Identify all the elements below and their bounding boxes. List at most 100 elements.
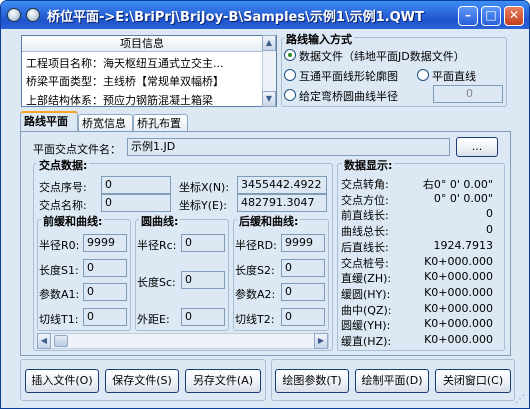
front-t-label: 切线T1: [39, 313, 79, 326]
tab-bridge-width[interactable]: 桥宽信息 [78, 114, 133, 132]
radio-interchange-label[interactable]: 互通平面线形轮廓图 [299, 68, 398, 84]
coord-y-label: 坐标Y(E): [179, 199, 227, 212]
display-label: 曲线总长: [341, 225, 389, 238]
coord-x-label: 坐标X(N): [179, 181, 230, 194]
back-a-input[interactable]: 0 [281, 283, 325, 301]
draw-plane-button[interactable]: 绘制平面(D) [355, 369, 429, 393]
display-value: K0+000.000 [424, 270, 493, 283]
maximize-button[interactable]: □ [481, 6, 501, 26]
data-display-title: 数据显示: [342, 157, 395, 173]
close-window-button[interactable]: 关闭窗口(C) [435, 369, 511, 393]
minimize-icon: – [465, 8, 471, 22]
scroll-up-icon[interactable]: ▲ [262, 35, 276, 51]
scroll-left-icon[interactable]: ◀ [37, 333, 51, 349]
route-input-title: 路线输入方式 [284, 31, 354, 47]
display-value: K0+000.000 [424, 333, 493, 346]
save-as-button[interactable]: 另存文件(A) [185, 369, 261, 393]
back-t-input[interactable]: 0 [281, 308, 325, 326]
display-label: 缓直(HZ): [341, 335, 392, 348]
display-value: 右0° 0' 0.00" [422, 178, 493, 191]
radio-data-file[interactable] [284, 49, 296, 61]
circle-curve-title: 圆曲线: [139, 213, 181, 229]
jd-seq-label: 交点序号: [39, 181, 87, 194]
jd-scrollbar[interactable]: ◀ ▶ [37, 333, 329, 349]
circle-e-input[interactable]: 0 [181, 308, 225, 326]
maximize-icon: □ [485, 8, 497, 22]
display-label: 圆缓(YH): [341, 319, 391, 332]
main-window: 桥位平面->E:\BriPrj\BriJoy-B\Samples\示例1\示例1… [0, 0, 530, 409]
tab-route-plane[interactable]: 路线平面 [20, 111, 78, 131]
front-r-input[interactable]: 9999 [83, 234, 127, 252]
display-label: 前直线长: [341, 209, 389, 222]
scroll-down-icon[interactable]: ▼ [262, 91, 276, 107]
radio-curve-radius-label[interactable]: 给定弯桥圆曲线半径 [299, 88, 398, 104]
display-value: K0+000.000 [424, 255, 493, 268]
bridge-type-row: 桥梁平面类型：主线桥【常规单双幅桥】 [26, 75, 224, 88]
display-value: 0 [486, 223, 493, 236]
back-t-label: 切线T2: [235, 313, 275, 326]
insert-file-button[interactable]: 插入文件(O) [25, 369, 99, 393]
jd-data-title: 交点数据: [37, 157, 90, 173]
project-info-scrollbar[interactable]: ▲ ▼ [262, 35, 276, 107]
radius-input[interactable]: 0 [433, 85, 503, 103]
close-icon: ✕ [508, 8, 520, 22]
radio-straight[interactable] [417, 69, 429, 81]
radio-interchange[interactable] [284, 69, 296, 81]
project-name-row: 工程项目名称：海天枢纽互通式立交主... [26, 57, 224, 70]
coord-y-input[interactable]: 482791.3047 [237, 194, 327, 212]
display-value: K0+000.000 [424, 302, 493, 315]
display-value: 0 [486, 207, 493, 220]
jd-name-label: 交点名称: [39, 199, 87, 212]
pin-icon[interactable] [26, 8, 40, 22]
minimize-button[interactable]: – [458, 6, 478, 26]
save-file-button[interactable]: 保存文件(S) [105, 369, 179, 393]
display-value: 0° 0' 0.00" [433, 192, 493, 205]
radio-curve-radius[interactable] [284, 89, 296, 101]
back-s-input[interactable]: 0 [281, 259, 325, 277]
circle-s-input[interactable]: 0 [181, 271, 225, 289]
structure-row-clip: 上部结构体系：预应力钢筋混凝土箱梁 [22, 90, 262, 106]
circle-r-input[interactable]: 0 [181, 234, 225, 252]
resize-grip-icon[interactable]: ⋰ [515, 394, 527, 406]
file-name-input[interactable]: 示例1.JD [127, 138, 450, 156]
back-spiral-title: 后缓和曲线: [237, 213, 301, 229]
tab-span-layout[interactable]: 桥孔布置 [133, 114, 188, 132]
display-label: 交点方位: [341, 194, 389, 207]
structure-row: 上部结构体系：预应力钢筋混凝土箱梁 [26, 94, 213, 106]
project-info-header: 项目信息 [22, 36, 262, 52]
display-label: 交点转角: [341, 178, 389, 191]
display-label: 后直线长: [341, 241, 389, 254]
display-value: K0+000.000 [424, 286, 493, 299]
front-a-input[interactable]: 0 [83, 283, 127, 301]
title-bar[interactable]: 桥位平面->E:\BriPrj\BriJoy-B\Samples\示例1\示例1… [1, 1, 529, 29]
display-label: 交点桩号: [341, 257, 389, 270]
browse-button[interactable]: ... [456, 137, 498, 157]
jd-name-input[interactable]: 0 [101, 194, 171, 212]
front-s-input[interactable]: 0 [83, 259, 127, 277]
close-button[interactable]: ✕ [504, 6, 524, 26]
scroll-right-icon[interactable]: ▶ [314, 333, 328, 349]
front-spiral-title: 前缓和曲线: [41, 213, 105, 229]
front-t-input[interactable]: 0 [83, 308, 127, 326]
back-a-label: 参数A2: [235, 288, 276, 301]
back-r-label: 半径RD: [235, 239, 277, 252]
display-label: 直缓(ZH): [341, 272, 392, 285]
coord-x-input[interactable]: 3455442.4922 [237, 176, 327, 194]
circle-s-label: 长度Sc: [137, 276, 176, 289]
display-value: 1924.7913 [433, 239, 494, 252]
circle-r-label: 半径Rc: [137, 239, 177, 252]
file-label: 平面交点文件名： [33, 143, 121, 156]
radio-data-file-label[interactable]: 数据文件（纬地平面JD数据文件） [299, 48, 465, 64]
front-a-label: 参数A1: [39, 288, 80, 301]
front-s-label: 长度S1: [39, 264, 79, 277]
back-s-label: 长度S2: [235, 264, 275, 277]
display-label: 曲中(QZ): [341, 304, 392, 317]
window-title: 桥位平面->E:\BriPrj\BriJoy-B\Samples\示例1\示例1… [47, 10, 424, 25]
draw-params-button[interactable]: 绘图参数(T) [275, 369, 349, 393]
back-r-input[interactable]: 9999 [281, 234, 325, 252]
jd-seq-input[interactable]: 0 [101, 176, 171, 194]
radio-straight-label[interactable]: 平面直线 [432, 68, 476, 84]
app-icon[interactable] [7, 8, 21, 22]
scroll-thumb[interactable] [54, 335, 68, 347]
display-value: K0+000.000 [424, 317, 493, 330]
